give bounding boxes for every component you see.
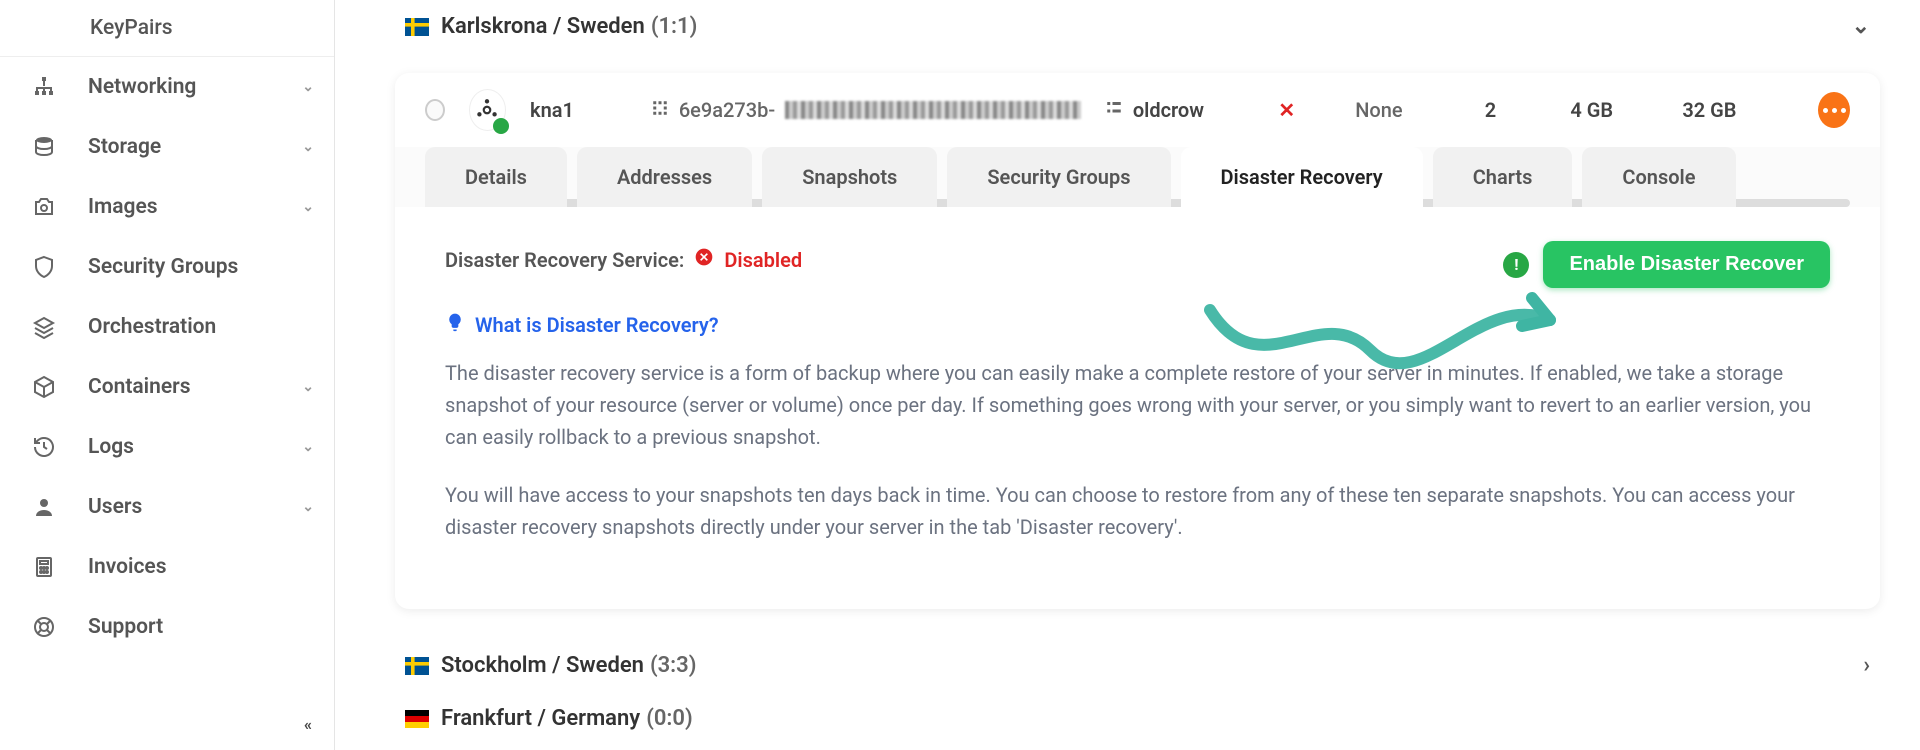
instance-ip: None bbox=[1355, 98, 1402, 122]
chevron-down-icon: ⌄ bbox=[302, 379, 314, 395]
enable-disaster-recovery-button[interactable]: Enable Disaster Recover bbox=[1543, 241, 1830, 288]
alert-icon: ! bbox=[1503, 252, 1529, 278]
flag-germany-icon bbox=[405, 710, 429, 728]
dr-what-heading: What is Disaster Recovery? bbox=[475, 313, 719, 337]
region-count: (1:1) bbox=[651, 14, 698, 39]
chevron-right-icon: › bbox=[1863, 653, 1870, 678]
instance-uuid-prefix: 6e9a273b- bbox=[679, 98, 775, 122]
tab-security-groups[interactable]: Security Groups bbox=[947, 147, 1170, 207]
network-icon bbox=[30, 73, 58, 101]
instance-cpu: 2 bbox=[1485, 98, 1496, 122]
sidebar: KeyPairs Networking ⌄ Storage ⌄ Images ⌄ bbox=[0, 0, 335, 750]
chevron-down-icon: ⌄ bbox=[302, 79, 314, 95]
close-icon: ✕ bbox=[1278, 98, 1295, 122]
chevron-down-icon: ⌄ bbox=[302, 499, 314, 515]
history-icon bbox=[30, 433, 58, 461]
instance-host: oldcrow bbox=[1133, 98, 1204, 122]
instance-name: kna1 bbox=[530, 98, 574, 122]
region-row-karlskrona[interactable]: Karlskrona / Sweden (1:1) ⌄ bbox=[395, 0, 1880, 53]
sidebar-item-label: KeyPairs bbox=[90, 16, 173, 40]
database-icon bbox=[30, 133, 58, 161]
tab-addresses[interactable]: Addresses bbox=[577, 147, 752, 207]
sidebar-collapse-button[interactable]: « bbox=[290, 706, 326, 742]
region-count: (0:0) bbox=[646, 706, 693, 731]
sidebar-item-label: Security Groups bbox=[88, 255, 238, 279]
sidebar-item-security-groups[interactable]: Security Groups bbox=[0, 237, 334, 297]
lifebuoy-icon bbox=[30, 613, 58, 641]
sidebar-item-label: Support bbox=[88, 615, 163, 639]
sidebar-item-containers[interactable]: Containers ⌄ bbox=[0, 357, 334, 417]
sidebar-item-label: Invoices bbox=[88, 555, 167, 579]
region-row-frankfurt[interactable]: Frankfurt / Germany (0:0) bbox=[395, 692, 1880, 745]
region-count: (3:3) bbox=[650, 653, 697, 678]
instance-card: kna1 6e9a273b- oldcrow ✕ None 2 4 GB 32 … bbox=[395, 73, 1880, 609]
instance-disk: 32 GB bbox=[1682, 98, 1736, 122]
instance-actions-button[interactable] bbox=[1818, 92, 1850, 128]
cube-icon bbox=[30, 373, 58, 401]
sidebar-item-label: Containers bbox=[88, 375, 191, 399]
sidebar-item-orchestration[interactable]: Orchestration bbox=[0, 297, 334, 357]
sidebar-item-label: Storage bbox=[88, 135, 161, 159]
main-content: Karlskrona / Sweden (1:1) ⌄ kna1 6e9a273… bbox=[335, 0, 1920, 750]
tab-console[interactable]: Console bbox=[1582, 147, 1735, 207]
dr-description-2: You will have access to your snapshots t… bbox=[445, 479, 1830, 543]
qr-icon bbox=[651, 98, 669, 122]
tab-charts[interactable]: Charts bbox=[1433, 147, 1573, 207]
flag-sweden-icon bbox=[405, 18, 429, 36]
region-name: Stockholm / Sweden bbox=[441, 653, 644, 678]
user-icon bbox=[30, 493, 58, 521]
disabled-icon bbox=[694, 247, 714, 272]
sidebar-item-support[interactable]: Support bbox=[0, 597, 334, 657]
list-icon bbox=[1105, 98, 1123, 122]
sidebar-item-storage[interactable]: Storage ⌄ bbox=[0, 117, 334, 177]
region-name: Frankfurt / Germany bbox=[441, 706, 640, 731]
dr-description-1: The disaster recovery service is a form … bbox=[445, 357, 1830, 453]
instance-uuid-censored bbox=[785, 101, 1081, 119]
sidebar-item-users[interactable]: Users ⌄ bbox=[0, 477, 334, 537]
shield-icon bbox=[30, 253, 58, 281]
tab-snapshots[interactable]: Snapshots bbox=[762, 147, 937, 207]
sidebar-item-label: Images bbox=[88, 195, 158, 219]
region-row-stockholm[interactable]: Stockholm / Sweden (3:3) › bbox=[395, 639, 1880, 692]
chevron-down-icon: ⌄ bbox=[302, 139, 314, 155]
camera-icon bbox=[30, 193, 58, 221]
dr-status-value: Disabled bbox=[724, 248, 802, 272]
lightbulb-icon bbox=[445, 312, 465, 337]
sidebar-item-label: Logs bbox=[88, 435, 134, 459]
sidebar-item-label: Users bbox=[88, 495, 142, 519]
calculator-icon bbox=[30, 553, 58, 581]
instance-memory: 4 GB bbox=[1570, 98, 1613, 122]
os-badge-ubuntu bbox=[469, 89, 506, 131]
instance-select-radio[interactable] bbox=[425, 99, 445, 121]
chevron-down-icon: ⌄ bbox=[302, 439, 314, 455]
flag-sweden-icon bbox=[405, 657, 429, 675]
sidebar-item-label: Networking bbox=[88, 75, 196, 99]
sidebar-item-logs[interactable]: Logs ⌄ bbox=[0, 417, 334, 477]
instance-tabs: Details Addresses Snapshots Security Gro… bbox=[395, 147, 1880, 207]
sidebar-item-keypairs[interactable]: KeyPairs bbox=[0, 0, 334, 56]
layers-icon bbox=[30, 313, 58, 341]
chevron-down-icon: ⌄ bbox=[302, 199, 314, 215]
disaster-recovery-panel: Disaster Recovery Service: Disabled ! En… bbox=[395, 207, 1880, 609]
region-name: Karlskrona / Sweden bbox=[441, 14, 645, 39]
sidebar-item-networking[interactable]: Networking ⌄ bbox=[0, 57, 334, 117]
instance-header: kna1 6e9a273b- oldcrow ✕ None 2 4 GB 32 … bbox=[395, 73, 1880, 147]
tab-disaster-recovery[interactable]: Disaster Recovery bbox=[1181, 147, 1423, 207]
sidebar-item-images[interactable]: Images ⌄ bbox=[0, 177, 334, 237]
chevron-down-icon: ⌄ bbox=[1852, 14, 1870, 39]
sidebar-item-label: Orchestration bbox=[88, 315, 216, 339]
tab-details[interactable]: Details bbox=[425, 147, 567, 207]
dr-status-label: Disaster Recovery Service: bbox=[445, 248, 684, 272]
sidebar-item-invoices[interactable]: Invoices bbox=[0, 537, 334, 597]
